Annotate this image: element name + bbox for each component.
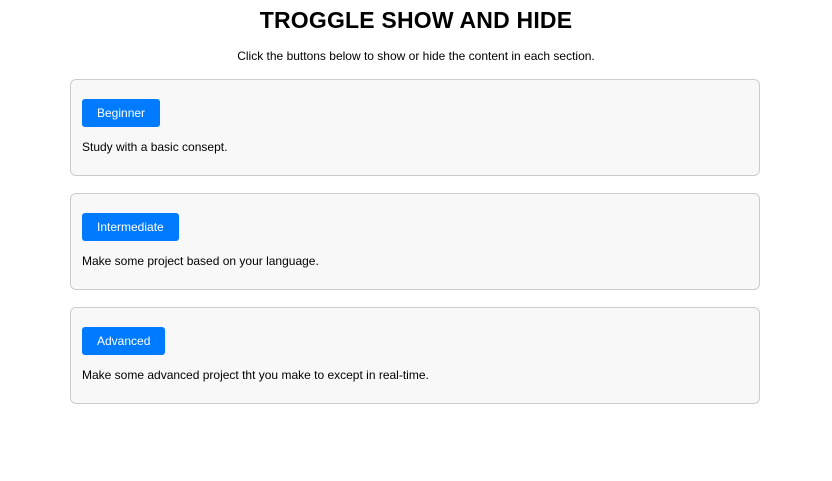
- page-title: TROGGLE SHOW AND HIDE: [259, 7, 573, 33]
- advanced-content: Make some advanced project tht you make …: [82, 368, 429, 382]
- section-intermediate: Intermediate Make some project based on …: [70, 193, 760, 290]
- section-advanced: Advanced Make some advanced project tht …: [70, 307, 760, 404]
- beginner-content: Study with a basic consept.: [82, 140, 228, 154]
- intermediate-toggle-button[interactable]: Intermediate: [82, 213, 179, 241]
- page-subtitle: Click the buttons below to show or hide …: [237, 49, 595, 63]
- beginner-toggle-button[interactable]: Beginner: [82, 99, 161, 127]
- intermediate-content: Make some project based on your language…: [82, 254, 319, 268]
- page: TROGGLE SHOW AND HIDE Click the buttons …: [0, 0, 832, 481]
- section-beginner: Beginner Study with a basic consept.: [70, 79, 760, 176]
- advanced-toggle-button[interactable]: Advanced: [82, 327, 166, 355]
